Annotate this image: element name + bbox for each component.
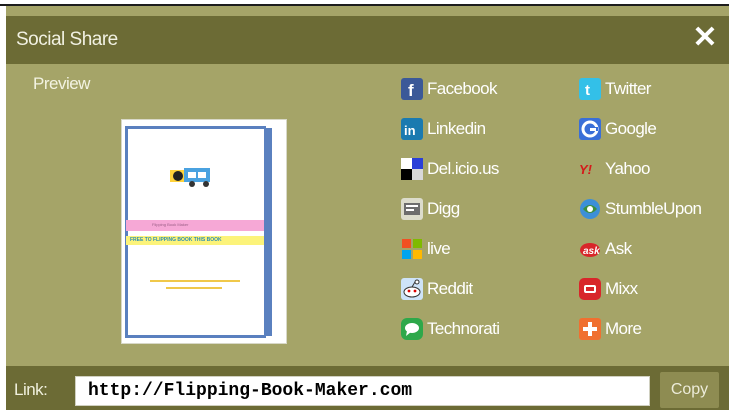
book-text-line	[166, 287, 222, 289]
stumbleupon-icon	[579, 198, 601, 220]
share-label: Yahoo	[605, 159, 651, 178]
share-label: Del.icio.us	[427, 159, 499, 178]
book-page-frame	[125, 126, 266, 338]
book-title-band	[126, 220, 264, 231]
svg-text:Y!: Y!	[579, 162, 593, 177]
preview-label: Preview	[33, 74, 90, 93]
book-title-text: Flipping Book Maker	[152, 222, 189, 227]
share-delicious[interactable]: Del.icio.us	[401, 156, 499, 182]
close-icon[interactable]: ✕	[691, 22, 719, 54]
live-icon	[401, 238, 423, 260]
share-facebook[interactable]: f Facebook	[401, 76, 497, 102]
share-reddit[interactable]: Reddit	[401, 276, 473, 302]
book-text-line	[150, 280, 240, 282]
share-twitter[interactable]: t Twitter	[579, 76, 651, 102]
share-stumbleupon[interactable]: StumbleUpon	[579, 196, 702, 222]
share-label: Technorati	[427, 319, 500, 338]
yahoo-icon: Y!	[579, 158, 601, 180]
share-label: Digg	[427, 199, 460, 218]
share-yahoo[interactable]: Y! Yahoo	[579, 156, 651, 182]
link-label: Link:	[14, 380, 48, 399]
share-label: Reddit	[427, 279, 473, 298]
share-label: Linkedin	[427, 119, 486, 138]
svg-text:in: in	[404, 123, 416, 138]
link-input[interactable]	[75, 376, 650, 406]
share-technorati[interactable]: Technorati	[401, 316, 500, 342]
mixx-icon	[579, 278, 601, 300]
share-digg[interactable]: Digg	[401, 196, 460, 222]
share-linkedin[interactable]: in Linkedin	[401, 116, 486, 142]
copy-button[interactable]: Copy	[660, 372, 719, 408]
link-bar: Link: Copy	[6, 366, 729, 410]
share-label: StumbleUpon	[605, 199, 702, 218]
share-more[interactable]: More	[579, 316, 642, 342]
google-icon	[579, 118, 601, 140]
share-live[interactable]: live	[401, 236, 451, 262]
svg-text:t: t	[585, 82, 590, 99]
share-label: Mixx	[605, 279, 638, 298]
social-share-dialog: Social Share ✕ Preview Flipping Book Mak…	[6, 6, 729, 410]
title-bar: Social Share ✕	[6, 16, 729, 64]
digg-icon	[401, 198, 423, 220]
technorati-icon	[401, 318, 423, 340]
linkedin-icon: in	[401, 118, 423, 140]
ask-icon: ask	[579, 238, 601, 260]
delicious-icon	[401, 158, 423, 180]
share-label: Twitter	[605, 79, 651, 98]
book-spine	[264, 128, 272, 336]
share-label: More	[605, 319, 642, 338]
share-mixx[interactable]: Mixx	[579, 276, 638, 302]
more-icon	[579, 318, 601, 340]
book-subtitle-text: FREE TO FLIPPING BOOK THIS BOOK	[130, 237, 222, 243]
twitter-icon: t	[579, 78, 601, 100]
share-ask[interactable]: ask Ask	[579, 236, 632, 262]
share-label: Ask	[605, 239, 632, 258]
dialog-title: Social Share	[16, 29, 118, 50]
share-google[interactable]: Google	[579, 116, 657, 142]
svg-text:f: f	[408, 81, 414, 100]
share-label: Google	[605, 119, 657, 138]
share-label: live	[427, 239, 451, 258]
facebook-icon: f	[401, 78, 423, 100]
share-label: Facebook	[427, 79, 497, 98]
book-cover-art-icon	[170, 168, 210, 187]
book-preview: Flipping Book Maker FREE TO FLIPPING BOO…	[121, 119, 287, 344]
reddit-icon	[401, 278, 423, 300]
svg-text:ask: ask	[583, 246, 600, 257]
